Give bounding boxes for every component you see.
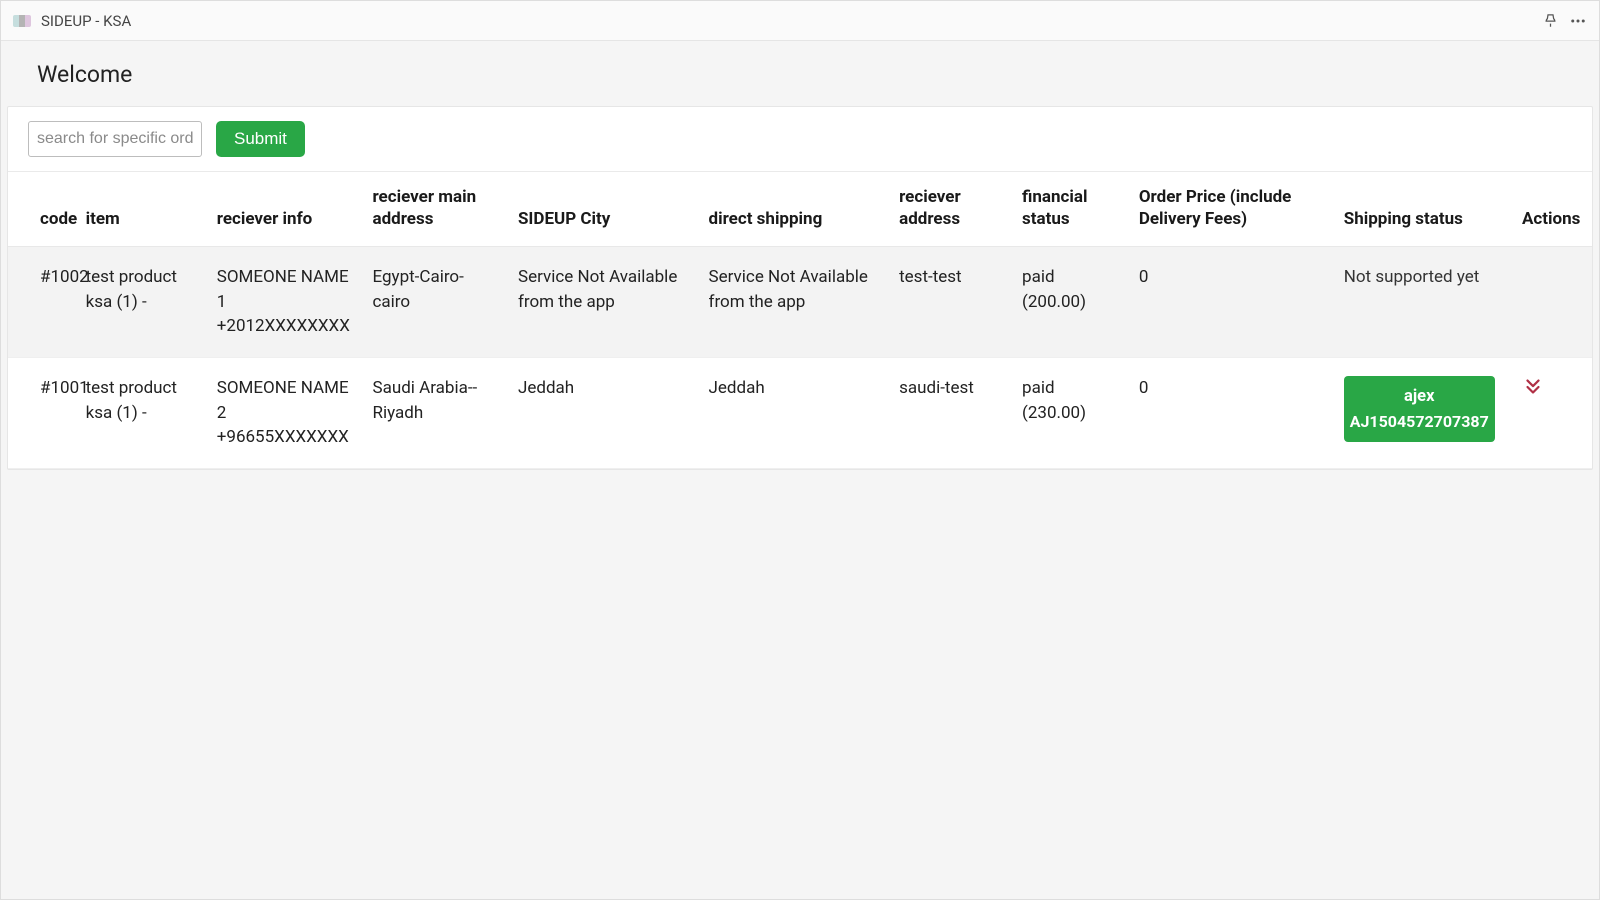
cell-financial-status: paid (230.00) — [1012, 358, 1129, 469]
double-chevron-down-icon[interactable] — [1522, 383, 1544, 403]
cell-shipping-status: Not supported yet — [1334, 247, 1512, 358]
cell-sideup-city: Jeddah — [508, 358, 699, 469]
table-row: #1002test product ksa (1) -SOMEONE NAME … — [8, 247, 1592, 358]
cell-reciever-info: SOMEONE NAME 2 +96655XXXXXXX — [207, 358, 363, 469]
content-panel: Submit code item reciever info reciever … — [7, 106, 1593, 470]
cell-actions — [1512, 247, 1592, 358]
app-title: SIDEUP - KSA — [41, 12, 131, 30]
th-direct-shipping: direct shipping — [699, 172, 890, 247]
cell-order-price: 0 — [1129, 358, 1334, 469]
cell-item: test product ksa (1) - — [76, 358, 207, 469]
th-order-price: Order Price (include Delivery Fees) — [1129, 172, 1334, 247]
toolbar: Submit — [8, 107, 1592, 172]
search-input[interactable] — [28, 121, 202, 157]
th-reciever-address: reciever address — [889, 172, 1012, 247]
th-code: code — [8, 172, 76, 247]
cell-order-price: 0 — [1129, 247, 1334, 358]
cell-reciever-address: saudi-test — [889, 358, 1012, 469]
cell-code: #1001 — [8, 358, 76, 469]
table-row: #1001test product ksa (1) -SOMEONE NAME … — [8, 358, 1592, 469]
table-header-row: code item reciever info reciever main ad… — [8, 172, 1592, 247]
th-actions: Actions — [1512, 172, 1592, 247]
shipping-badge-tracking: AJ1504572707387 — [1350, 410, 1489, 435]
page-title: Welcome — [37, 61, 132, 88]
shipping-status-text: Not supported yet — [1344, 267, 1480, 287]
th-sideup-city: SIDEUP City — [508, 172, 699, 247]
th-reciever-info: reciever info — [207, 172, 363, 247]
th-financial-status: financial status — [1012, 172, 1129, 247]
more-icon[interactable] — [1569, 12, 1587, 30]
cell-code: #1002 — [8, 247, 76, 358]
app-window: SIDEUP - KSA Welcome Submit code — [0, 0, 1600, 900]
cell-direct-shipping: Service Not Available from the app — [699, 247, 890, 358]
cell-actions[interactable] — [1512, 358, 1592, 469]
th-shipping-status: Shipping status — [1334, 172, 1512, 247]
shipping-badge-carrier: ajex — [1350, 384, 1489, 410]
app-logo-icon — [13, 15, 31, 27]
cell-financial-status: paid (200.00) — [1012, 247, 1129, 358]
cell-reciever-address: test-test — [889, 247, 1012, 358]
shipping-badge[interactable]: ajexAJ1504572707387 — [1344, 376, 1495, 442]
th-reciever-main-address: reciever main address — [362, 172, 507, 247]
orders-table: code item reciever info reciever main ad… — [8, 172, 1592, 469]
cell-direct-shipping: Jeddah — [699, 358, 890, 469]
pin-icon[interactable] — [1541, 12, 1559, 30]
cell-reciever-info: SOMEONE NAME 1 +2012XXXXXXXX — [207, 247, 363, 358]
cell-reciever-main-address: Saudi Arabia--Riyadh — [362, 358, 507, 469]
cell-item: test product ksa (1) - — [76, 247, 207, 358]
cell-sideup-city: Service Not Available from the app — [508, 247, 699, 358]
th-item: item — [76, 172, 207, 247]
cell-reciever-main-address: Egypt-Cairo-cairo — [362, 247, 507, 358]
titlebar: SIDEUP - KSA — [1, 1, 1599, 41]
cell-shipping-status: ajexAJ1504572707387 — [1334, 358, 1512, 469]
page-header: Welcome — [1, 41, 1599, 106]
submit-button[interactable]: Submit — [216, 121, 305, 157]
